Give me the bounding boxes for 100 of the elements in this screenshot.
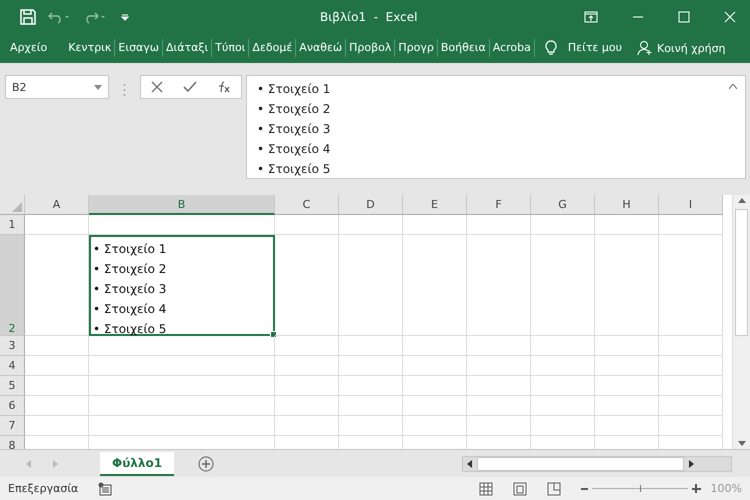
cell[interactable]	[595, 336, 659, 356]
cell[interactable]	[25, 215, 89, 235]
check-icon[interactable]	[183, 81, 197, 93]
close-icon[interactable]	[724, 10, 736, 22]
cell[interactable]	[25, 336, 89, 356]
cell[interactable]	[467, 356, 531, 376]
cell[interactable]	[659, 376, 723, 396]
name-box[interactable]: B2	[5, 75, 109, 99]
redo-icon[interactable]	[84, 10, 108, 24]
cell[interactable]	[595, 396, 659, 416]
ribbon-tab[interactable]: Αρχείο	[6, 39, 52, 57]
vertical-scrollbar[interactable]	[732, 195, 750, 449]
column-header[interactable]: I	[659, 195, 723, 215]
row-header[interactable]: 5	[0, 376, 25, 396]
row-header[interactable]: 8	[0, 436, 25, 449]
cell[interactable]	[25, 356, 89, 376]
cell[interactable]	[25, 376, 89, 396]
cell[interactable]: • Στοιχείο 1 • Στοιχείο 2 • Στοιχείο 3 • Στοιχείο 4 • Στοιχείο 5	[89, 235, 275, 336]
cell[interactable]	[275, 215, 339, 235]
ribbon-tab[interactable]: Acroba	[490, 39, 535, 57]
cell[interactable]	[403, 416, 467, 436]
cell[interactable]	[339, 416, 403, 436]
scroll-down-icon[interactable]	[738, 441, 746, 446]
previous-sheet-icon[interactable]	[26, 460, 32, 468]
cell[interactable]	[339, 336, 403, 356]
cell[interactable]	[275, 416, 339, 436]
cell[interactable]	[275, 336, 339, 356]
cell[interactable]	[403, 396, 467, 416]
cell[interactable]	[595, 215, 659, 235]
cell[interactable]	[403, 235, 467, 336]
ribbon-tab[interactable]: Προβολ	[346, 39, 396, 57]
cell[interactable]	[659, 336, 723, 356]
row-header[interactable]: 4	[0, 356, 25, 376]
column-header[interactable]: H	[595, 195, 659, 215]
cell[interactable]	[275, 235, 339, 336]
normal-view-icon[interactable]	[478, 482, 493, 496]
cell[interactable]	[403, 215, 467, 235]
cell[interactable]	[467, 215, 531, 235]
ribbon-display-icon[interactable]	[584, 10, 598, 22]
cell[interactable]	[531, 396, 595, 416]
column-header[interactable]: F	[467, 195, 531, 215]
cell[interactable]	[89, 376, 275, 396]
ribbon-tab[interactable]: Διάταξι	[163, 39, 212, 57]
cell[interactable]	[89, 356, 275, 376]
cell[interactable]	[467, 416, 531, 436]
cell[interactable]	[339, 215, 403, 235]
scroll-left-icon[interactable]	[467, 460, 472, 468]
cell[interactable]	[339, 396, 403, 416]
cell[interactable]	[275, 356, 339, 376]
cell[interactable]	[531, 336, 595, 356]
sheet-tab[interactable]: Φύλλο1	[100, 452, 174, 476]
cell[interactable]	[531, 215, 595, 235]
save-icon[interactable]	[20, 8, 36, 24]
maximize-icon[interactable]	[678, 10, 690, 22]
collapse-icon[interactable]	[729, 84, 737, 89]
cell[interactable]	[25, 235, 89, 336]
cell[interactable]	[531, 416, 595, 436]
cell[interactable]	[531, 235, 595, 336]
column-header[interactable]: A	[25, 195, 89, 215]
cell[interactable]	[275, 396, 339, 416]
ribbon-tab[interactable]: Αναθεώ	[296, 39, 346, 57]
cell[interactable]	[89, 396, 275, 416]
function-icon[interactable]	[217, 81, 231, 93]
cell[interactable]	[403, 356, 467, 376]
cell[interactable]	[595, 235, 659, 336]
tell-me-field[interactable]: Πείτε μου	[564, 39, 625, 57]
cell[interactable]	[659, 396, 723, 416]
ribbon-tab[interactable]: Εισαγω	[115, 39, 164, 57]
select-all-icon[interactable]	[12, 202, 22, 212]
cell[interactable]	[595, 416, 659, 436]
cell[interactable]	[339, 376, 403, 396]
cell[interactable]	[467, 336, 531, 356]
cell[interactable]	[659, 356, 723, 376]
ribbon-tab[interactable]: Τύποι	[212, 39, 250, 57]
cell[interactable]	[25, 396, 89, 416]
row-header[interactable]: 7	[0, 416, 25, 436]
cell[interactable]	[659, 235, 723, 336]
row-header[interactable]: 2	[0, 235, 25, 336]
cell[interactable]	[89, 215, 275, 235]
cell[interactable]	[467, 396, 531, 416]
page-break-icon[interactable]	[546, 482, 561, 496]
next-sheet-icon[interactable]	[52, 460, 58, 468]
scroll-up-icon[interactable]	[738, 198, 746, 203]
cell[interactable]	[275, 376, 339, 396]
cell[interactable]	[25, 416, 89, 436]
row-header[interactable]: 6	[0, 396, 25, 416]
ribbon-tab[interactable]: Προγρ	[395, 39, 438, 57]
horizontal-scrollbar[interactable]	[462, 456, 732, 472]
cell[interactable]	[339, 356, 403, 376]
cell[interactable]	[403, 376, 467, 396]
cell[interactable]	[595, 356, 659, 376]
cell[interactable]	[339, 235, 403, 336]
customize-icon[interactable]	[120, 12, 130, 22]
cell[interactable]	[531, 376, 595, 396]
row-header[interactable]: 1	[0, 215, 25, 235]
cell[interactable]	[403, 336, 467, 356]
column-header[interactable]: C	[275, 195, 339, 215]
formula-field[interactable]: • Στοιχείο 1 • Στοιχείο 2 • Στοιχείο 3 • Στοιχείο 4 • Στοιχείο 5	[246, 75, 746, 179]
cell[interactable]	[595, 376, 659, 396]
share-button[interactable]: Κοινή χρήση	[636, 40, 726, 56]
